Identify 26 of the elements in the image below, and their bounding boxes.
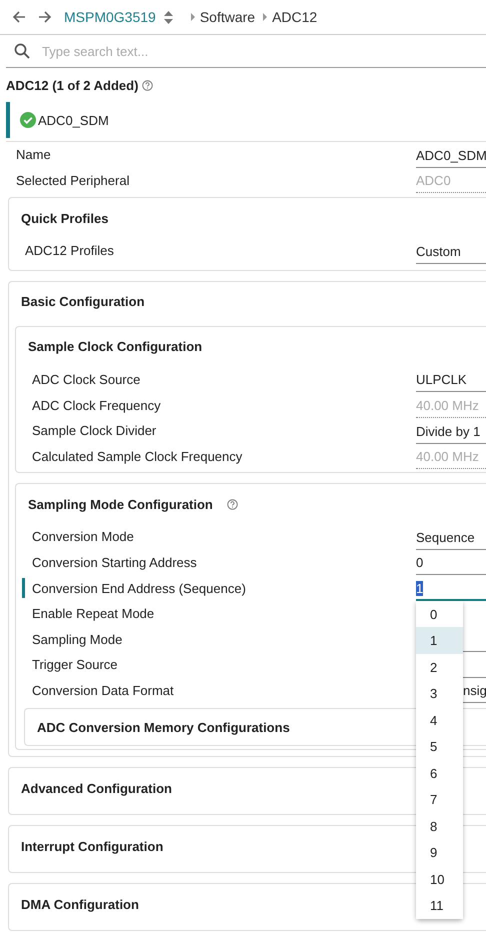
value-text: Divide by 1 xyxy=(416,424,480,439)
value-text: ULPCLK xyxy=(416,372,467,388)
module-title: ADC12 (1 of 2 Added) xyxy=(6,78,138,92)
field-label: Enable Repeat Mode xyxy=(31,606,156,622)
value-text: ADC0_SDM xyxy=(416,148,486,163)
field-label: Name xyxy=(15,147,52,162)
value-text: 1 xyxy=(416,580,424,596)
field-label: Sampling Mode xyxy=(31,632,124,647)
field-label: Trigger Source xyxy=(31,657,118,672)
field-label: Sample Clock Divider xyxy=(31,423,158,438)
field-label: Conversion Mode xyxy=(31,529,135,544)
field-label: ADC12 Profiles xyxy=(24,243,115,258)
value-text: Custom xyxy=(416,244,461,259)
value-text: 40.00 MHz xyxy=(416,449,479,464)
field-label: Conversion Starting Address xyxy=(31,555,198,570)
value-text: nsig xyxy=(463,683,486,698)
value-text: 0 xyxy=(416,555,424,570)
field-label: Selected Peripheral xyxy=(15,172,130,188)
field-label: Conversion Data Format xyxy=(31,683,175,698)
field-label: Calculated Sample Clock Frequency xyxy=(31,448,244,464)
value-text: Sequence xyxy=(416,530,475,545)
field-label: ADC Clock Source xyxy=(31,372,142,388)
field-label: Conversion End Address (Sequence) xyxy=(31,580,247,596)
value-text: 40.00 MHz xyxy=(416,398,479,413)
field-label: ADC Clock Frequency xyxy=(31,398,162,413)
value-text: ADC0 xyxy=(416,173,451,188)
